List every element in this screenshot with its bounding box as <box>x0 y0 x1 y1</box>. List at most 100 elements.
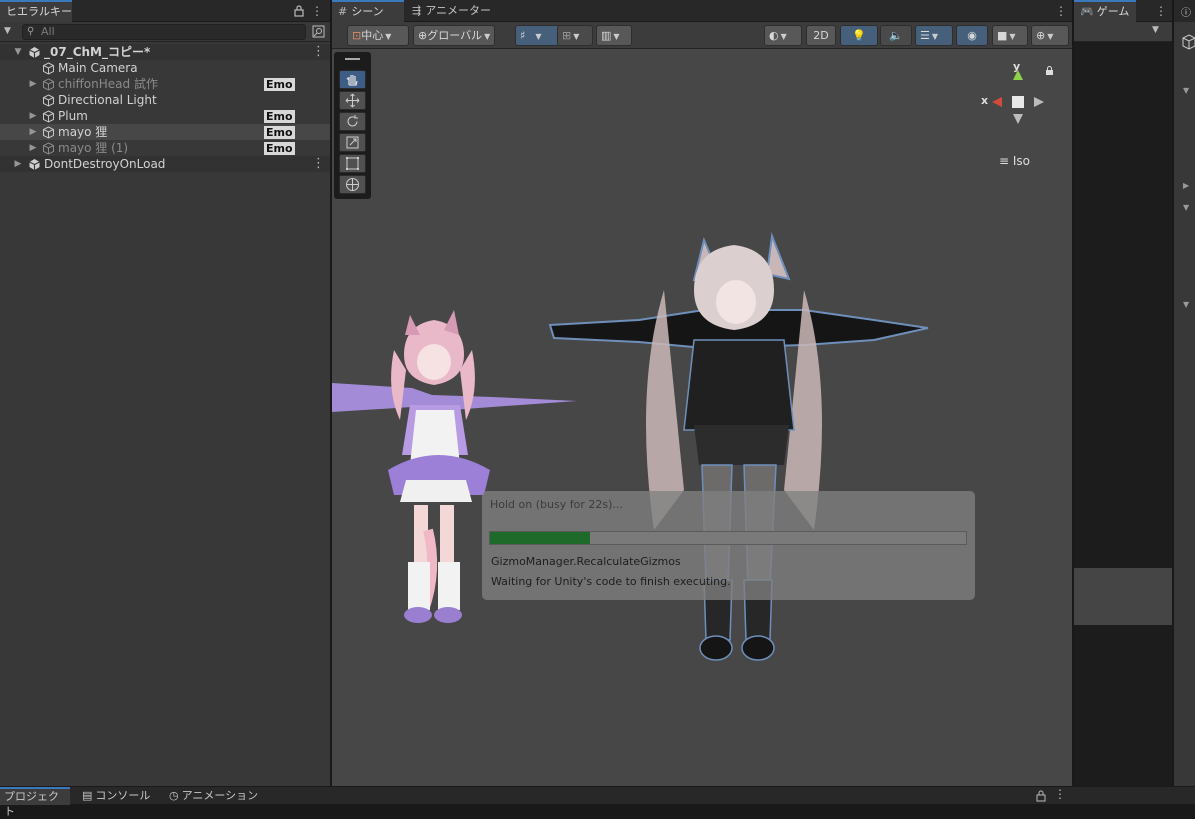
lighting-toggle[interactable]: 💡 <box>840 25 878 46</box>
tab-animator[interactable]: ⇶ アニメーター <box>406 0 491 22</box>
chevron-down-icon: ▼ <box>780 32 787 41</box>
chevron-down-icon: ▼ <box>484 32 491 41</box>
grid-snap-toggle[interactable]: ♯ ▼ <box>515 25 560 46</box>
create-dropdown-icon[interactable]: ▼ <box>4 26 11 36</box>
pivot-label: 中心 <box>361 29 384 42</box>
lock-icon[interactable] <box>292 0 306 22</box>
space-label: グローバル <box>427 29 483 42</box>
tab-game[interactable]: 🎮 ゲーム <box>1074 0 1136 22</box>
chevron-right-icon[interactable]: ▶ <box>1183 181 1189 190</box>
panel-menu-icon[interactable]: ⋮ <box>1054 0 1068 22</box>
hierarchy-item-label: DontDestroyOnLoad <box>44 157 166 171</box>
chevron-down-icon[interactable]: ▼ <box>1183 86 1189 95</box>
tab-game-label: ゲーム <box>1096 5 1130 18</box>
panel-menu-icon[interactable]: ⋮ <box>1054 787 1066 801</box>
effects-toggle[interactable]: ☰ ▼ <box>915 25 953 46</box>
scene-menu-icon[interactable]: ⋮ <box>312 44 325 60</box>
expand-arrow-icon[interactable]: ▶ <box>27 76 39 92</box>
search-input[interactable]: ⚲ All <box>22 24 306 40</box>
projection-toggle[interactable]: ≡ Iso <box>999 154 1030 168</box>
chevron-down-icon[interactable]: ▼ <box>1183 203 1189 212</box>
2d-toggle[interactable]: 2D <box>806 25 836 46</box>
hierarchy-row-main-camera[interactable]: Main Camera <box>0 60 330 76</box>
hierarchy-row-mayo-1[interactable]: ▶ mayo 狸 (1) Emo <box>0 140 330 156</box>
scene-visibility-toggle[interactable]: ◉ <box>956 25 988 46</box>
scene-menu-icon[interactable]: ⋮ <box>312 156 325 172</box>
hierarchy-row-directional-light[interactable]: Directional Light <box>0 92 330 108</box>
hand-tool-button[interactable] <box>339 70 366 89</box>
rotate-icon <box>347 115 358 127</box>
hierarchy-item-label: chiffonHead 試作 <box>58 77 158 91</box>
tab-hierarchy[interactable]: ヒエラルキー <box>0 0 72 22</box>
chevron-down-icon[interactable]: ▼ <box>1152 25 1159 35</box>
shading-mode-dropdown[interactable]: ◐ ▼ <box>764 25 802 46</box>
hierarchy-row-chiffonhead[interactable]: ▶ chiffonHead 試作 Emo <box>0 76 330 92</box>
space-toggle[interactable]: ⊕グローバル ▼ <box>413 25 495 46</box>
scene-toolbar: ⊡中心 ▼ ⊕グローバル ▼ ♯ ▼ ⊞ ▼ ▥ ▼ ◐ ▼ 2D 💡 🔈 ☰ ▼ ◉ <box>332 22 1072 49</box>
tab-scene[interactable]: # シーン <box>332 0 404 22</box>
rect-tool-button[interactable] <box>339 154 366 173</box>
hierarchy-row-plum[interactable]: ▶ Plum Emo <box>0 108 330 124</box>
hierarchy-row-scene[interactable]: ▼ _07_ChM_コピー* ⋮ <box>0 44 330 60</box>
gameobject-cube-icon <box>43 94 54 107</box>
hierarchy-search-row: ▼ ⚲ All <box>0 22 330 42</box>
gameobject-cube-icon <box>43 62 54 75</box>
emo-badge: Emo <box>264 110 295 123</box>
transform-all-icon <box>346 178 359 191</box>
scale-tool-button[interactable] <box>339 133 366 152</box>
hierarchy-item-label: Directional Light <box>58 93 157 107</box>
panel-menu-icon[interactable]: ⋮ <box>1154 0 1168 22</box>
pivot-toggle[interactable]: ⊡中心 ▼ <box>347 25 409 46</box>
hierarchy-tabbar: ヒエラルキー ⋮ <box>0 0 330 22</box>
gizmo-lock-icon[interactable] <box>1045 65 1054 76</box>
gameobject-cube-icon <box>43 110 54 123</box>
move-icon <box>345 93 360 108</box>
audio-toggle[interactable]: 🔈 <box>880 25 912 46</box>
tab-animation[interactable]: ◷ アニメーション <box>165 787 262 805</box>
search-placeholder: All <box>41 25 55 38</box>
tab-console[interactable]: ▤ コンソール <box>78 787 154 805</box>
camera-settings-dropdown[interactable]: ■ ▼ <box>992 25 1028 46</box>
search-icon: ⚲ <box>27 26 35 37</box>
tab-console-label: コンソール <box>95 789 151 802</box>
panel-menu-icon[interactable]: ⋮ <box>310 0 324 22</box>
video-camera-icon: ■ <box>997 29 1008 42</box>
expand-arrow-icon[interactable]: ▼ <box>12 44 24 60</box>
avatar-mayo-model[interactable] <box>544 230 944 680</box>
ruler-toggle[interactable]: ▥ ▼ <box>596 25 632 46</box>
pivot-icon: ⊡ <box>352 29 362 42</box>
tab-project[interactable]: プロジェクト <box>0 787 70 818</box>
projection-label: Iso <box>1012 154 1031 168</box>
chevron-down-icon: ▼ <box>1009 32 1016 41</box>
overlay-grip-icon[interactable] <box>345 58 360 60</box>
search-options-icon[interactable] <box>312 25 325 38</box>
expand-arrow-icon[interactable]: ▶ <box>27 124 39 140</box>
lock-icon[interactable] <box>1036 789 1046 802</box>
progress-fill <box>490 532 590 544</box>
expand-arrow-icon[interactable]: ▶ <box>27 108 39 124</box>
increment-snap-toggle[interactable]: ⊞ ▼ <box>557 25 593 46</box>
expand-arrow-icon[interactable]: ▶ <box>12 156 24 172</box>
emo-badge: Emo <box>264 78 295 91</box>
progress-message: Waiting for Unity's code to finish execu… <box>491 575 731 588</box>
gizmos-dropdown[interactable]: ⊕ ▼ <box>1031 25 1069 46</box>
hierarchy-row-dontdestroyonload[interactable]: ▶ DontDestroyOnLoad ⋮ <box>0 156 330 172</box>
progress-title: Hold on (busy for 22s)... <box>490 498 623 511</box>
scene-viewport[interactable]: y x ≡ Iso Hold on (busy for 22s)... Gizm… <box>332 50 1072 786</box>
info-icon[interactable]: ⓘ <box>1181 4 1191 19</box>
console-icon: ▤ <box>82 789 93 802</box>
game-view-area[interactable] <box>1074 568 1172 625</box>
transform-tool-button[interactable] <box>339 175 366 194</box>
chevron-down-icon[interactable]: ▼ <box>1183 300 1189 309</box>
orientation-gizmo[interactable]: y x ≡ Iso <box>978 60 1054 170</box>
move-tool-button[interactable] <box>339 91 366 110</box>
chevron-down-icon: ▼ <box>931 32 939 41</box>
rotate-tool-button[interactable] <box>339 112 366 131</box>
chevron-down-icon: ▼ <box>535 32 542 41</box>
expand-arrow-icon[interactable]: ▶ <box>27 140 39 156</box>
game-tabbar: 🎮 ゲーム ⋮ <box>1074 0 1172 22</box>
shading-sphere-icon: ◐ <box>769 29 779 42</box>
progress-dialog: Hold on (busy for 22s)... GizmoManager.R… <box>482 491 975 600</box>
gameobject-cube-icon <box>43 142 54 155</box>
hierarchy-row-mayo[interactable]: ▶ mayo 狸 Emo <box>0 124 330 140</box>
